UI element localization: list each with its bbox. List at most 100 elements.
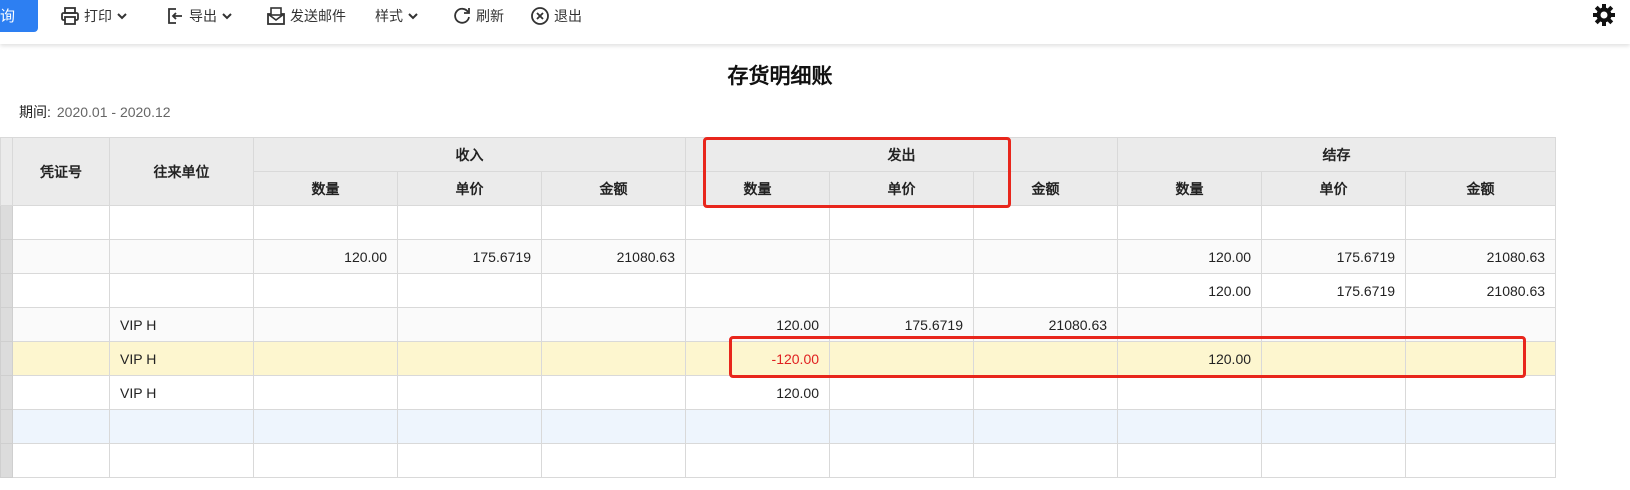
table-row[interactable] xyxy=(0,443,1557,478)
print-button[interactable]: 打印 xyxy=(60,3,128,29)
col-bal-amount[interactable]: 金额 xyxy=(1405,171,1557,206)
cell-bal-qty[interactable] xyxy=(1117,375,1263,410)
cell-bal-price[interactable]: 175.6719 xyxy=(1261,273,1407,308)
cell-in-amount[interactable] xyxy=(540,273,687,308)
cell-partner[interactable] xyxy=(109,273,254,308)
cell-bal-amount[interactable] xyxy=(1405,307,1557,342)
cell-in-qty[interactable] xyxy=(253,273,398,308)
cell-out-price[interactable] xyxy=(829,341,975,376)
cell-voucher-no[interactable] xyxy=(12,341,110,376)
cell-in-amount[interactable] xyxy=(540,307,687,342)
style-button[interactable]: 样式 xyxy=(375,3,419,29)
col-in-price[interactable]: 单价 xyxy=(397,171,542,206)
cell-in-price[interactable] xyxy=(397,205,542,240)
cell-in-qty[interactable] xyxy=(253,375,398,410)
cell-bal-price[interactable] xyxy=(1261,307,1407,342)
cell-out-price[interactable] xyxy=(829,239,975,274)
cell-bal-amount[interactable] xyxy=(1405,409,1557,444)
cell-partner[interactable]: VIP H xyxy=(109,307,254,342)
cell-partner[interactable] xyxy=(109,205,254,240)
table-row[interactable] xyxy=(0,205,1557,240)
cell-bal-amount[interactable] xyxy=(1405,375,1557,410)
cell-out-qty[interactable] xyxy=(685,239,831,274)
cell-partner[interactable] xyxy=(109,409,254,444)
cell-bal-qty[interactable]: 120.00 xyxy=(1117,239,1263,274)
cell-out-price[interactable] xyxy=(829,409,975,444)
col-bal-price[interactable]: 单价 xyxy=(1261,171,1407,206)
cell-in-qty[interactable]: 120.00 xyxy=(253,239,398,274)
cell-out-amount[interactable] xyxy=(973,375,1119,410)
cell-partner[interactable] xyxy=(109,443,254,478)
cell-voucher-no[interactable] xyxy=(12,375,110,410)
cell-out-amount[interactable] xyxy=(973,273,1119,308)
col-bal-qty[interactable]: 数量 xyxy=(1117,171,1263,206)
table-row[interactable]: VIP H 120.00 175.6719 21080.63 xyxy=(0,307,1557,342)
cell-out-price[interactable] xyxy=(829,375,975,410)
cell-out-amount[interactable] xyxy=(973,409,1119,444)
cell-in-price[interactable]: 175.6719 xyxy=(397,239,542,274)
cell-out-qty[interactable]: 120.00 xyxy=(685,375,831,410)
table-row[interactable]: VIP H -120.00 120.00 xyxy=(0,341,1557,376)
cell-out-price[interactable] xyxy=(829,205,975,240)
cell-out-qty[interactable] xyxy=(685,443,831,478)
query-button[interactable]: 询 xyxy=(0,0,38,32)
cell-out-qty[interactable] xyxy=(685,273,831,308)
export-button[interactable]: 导出 xyxy=(165,3,233,29)
cell-out-qty[interactable]: -120.00 xyxy=(685,341,831,376)
cell-bal-amount[interactable] xyxy=(1405,443,1557,478)
col-in-amount[interactable]: 金额 xyxy=(540,171,687,206)
cell-in-qty[interactable] xyxy=(253,341,398,376)
cell-bal-price[interactable] xyxy=(1261,375,1407,410)
cell-out-price[interactable] xyxy=(829,443,975,478)
cell-out-amount[interactable] xyxy=(973,443,1119,478)
col-in-qty[interactable]: 数量 xyxy=(253,171,398,206)
cell-in-qty[interactable] xyxy=(253,443,398,478)
send-email-button[interactable]: 发送邮件 xyxy=(266,3,346,29)
col-voucher-no[interactable]: 凭证号 xyxy=(12,137,110,206)
table-row[interactable] xyxy=(0,409,1557,444)
cell-partner[interactable]: VIP H xyxy=(109,375,254,410)
cell-voucher-no[interactable] xyxy=(12,307,110,342)
cell-in-amount[interactable] xyxy=(540,205,687,240)
cell-bal-price[interactable]: 175.6719 xyxy=(1261,239,1407,274)
cell-bal-qty[interactable]: 120.00 xyxy=(1117,273,1263,308)
cell-bal-qty[interactable] xyxy=(1117,307,1263,342)
cell-voucher-no[interactable] xyxy=(12,443,110,478)
table-row[interactable]: VIP H 120.00 xyxy=(0,375,1557,410)
cell-out-amount[interactable] xyxy=(973,239,1119,274)
refresh-button[interactable]: 刷新 xyxy=(452,3,504,29)
cell-bal-qty[interactable]: 120.00 xyxy=(1117,341,1263,376)
cell-in-price[interactable] xyxy=(397,375,542,410)
cell-voucher-no[interactable] xyxy=(12,239,110,274)
cell-bal-qty[interactable] xyxy=(1117,443,1263,478)
cell-in-qty[interactable] xyxy=(253,409,398,444)
cell-out-qty[interactable] xyxy=(685,409,831,444)
cell-in-price[interactable] xyxy=(397,307,542,342)
cell-in-price[interactable] xyxy=(397,409,542,444)
cell-bal-price[interactable] xyxy=(1261,443,1407,478)
cell-voucher-no[interactable] xyxy=(12,205,110,240)
table-row[interactable]: 120.00 175.6719 21080.63 xyxy=(0,273,1557,308)
cell-out-qty[interactable] xyxy=(685,205,831,240)
cell-in-qty[interactable] xyxy=(253,205,398,240)
cell-bal-qty[interactable] xyxy=(1117,409,1263,444)
cell-in-amount[interactable]: 21080.63 xyxy=(540,239,687,274)
cell-partner[interactable] xyxy=(109,239,254,274)
cell-in-amount[interactable] xyxy=(540,341,687,376)
exit-button[interactable]: 退出 xyxy=(530,3,582,29)
cell-bal-price[interactable] xyxy=(1261,341,1407,376)
cell-in-qty[interactable] xyxy=(253,307,398,342)
cell-out-qty[interactable]: 120.00 xyxy=(685,307,831,342)
cell-bal-price[interactable] xyxy=(1261,409,1407,444)
col-out-price[interactable]: 单价 xyxy=(829,171,975,206)
cell-voucher-no[interactable] xyxy=(12,273,110,308)
cell-in-amount[interactable] xyxy=(540,443,687,478)
cell-bal-amount[interactable] xyxy=(1405,341,1557,376)
cell-bal-amount[interactable] xyxy=(1405,205,1557,240)
cell-bal-price[interactable] xyxy=(1261,205,1407,240)
cell-bal-qty[interactable] xyxy=(1117,205,1263,240)
gear-icon[interactable] xyxy=(1592,3,1616,27)
cell-partner[interactable]: VIP H xyxy=(109,341,254,376)
cell-out-amount[interactable] xyxy=(973,205,1119,240)
cell-out-price[interactable] xyxy=(829,273,975,308)
